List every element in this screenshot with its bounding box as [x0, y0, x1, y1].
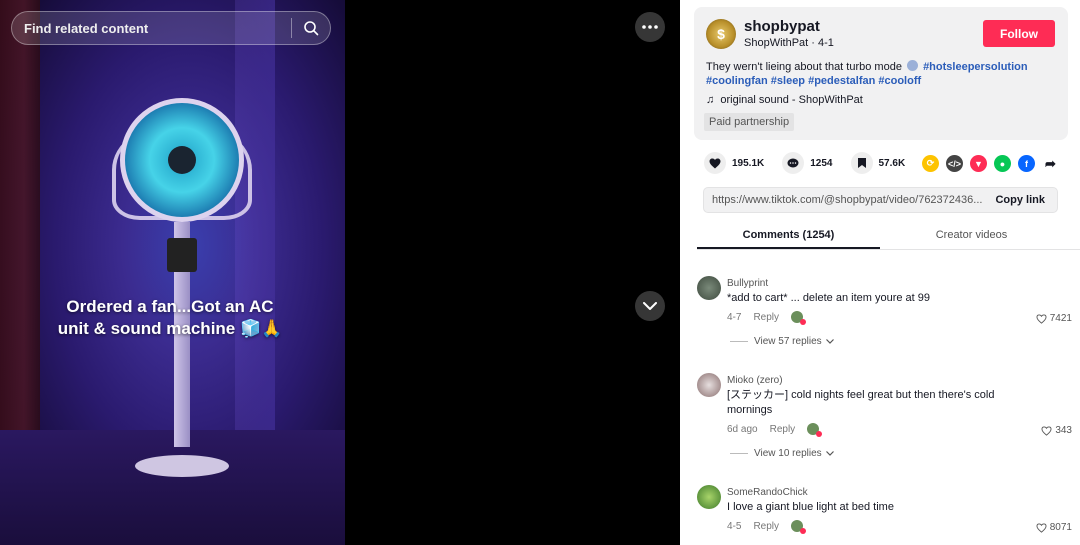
- like-count: 195.1K: [732, 157, 765, 169]
- details-panel: $ shopbypat ShopWithPat · 4-1 Follow The…: [680, 0, 1080, 545]
- paid-partnership-tag: Paid partnership: [704, 113, 795, 131]
- creator-liked-icon: [791, 311, 807, 325]
- music-note-icon: ♫: [706, 94, 715, 106]
- comment-count: 1254: [810, 157, 833, 169]
- video-door: [235, 0, 275, 470]
- ellipsis-icon: [642, 25, 658, 29]
- reply-button[interactable]: Reply: [770, 424, 796, 435]
- creator-subtitle: ShopWithPat · 4-1: [744, 37, 834, 49]
- comment-date: 4-5: [727, 520, 742, 532]
- view-replies-label: View 10 replies: [754, 448, 822, 459]
- bookmark-icon: [850, 152, 873, 174]
- comment-text: I love a giant blue light at bed time: [727, 501, 894, 513]
- share-options: ⟳ </> ▼ ● f ➦: [922, 155, 1066, 172]
- comment-meta: 6d ago Reply: [727, 423, 823, 437]
- like-stat[interactable]: 195.1K: [704, 152, 764, 174]
- engagement-stats: 195.1K 1254 57.6K: [704, 152, 923, 174]
- chevron-down-icon: [825, 339, 834, 344]
- related-search: [11, 11, 331, 45]
- video-caption: Ordered a fan...Got an AC unit & sound m…: [50, 296, 290, 340]
- sound-link[interactable]: ♫ original sound - ShopWithPat: [706, 94, 863, 106]
- more-options-button[interactable]: [635, 12, 665, 42]
- comment-item: SomeRandoChick I love a giant blue light…: [697, 485, 1072, 543]
- tab-comments[interactable]: Comments (1254): [697, 222, 880, 249]
- emoji-icon: [907, 60, 918, 71]
- creator-avatar[interactable]: $: [706, 19, 736, 49]
- comment-username[interactable]: Mioko (zero): [727, 375, 783, 386]
- comment-date: 4-7: [727, 311, 742, 323]
- caption-line-2: unit & sound machine 🧊🙏: [57, 319, 283, 338]
- comment-icon: [782, 152, 805, 174]
- comment-item: Mioko (zero) [ステッカー] cold nights feel gr…: [697, 373, 1072, 465]
- chevron-down-icon: [643, 301, 657, 310]
- related-search-input[interactable]: [12, 20, 291, 36]
- video-player[interactable]: Ordered a fan...Got an AC unit & sound m…: [0, 0, 680, 545]
- facebook-icon[interactable]: f: [1018, 155, 1035, 172]
- comment-item: Bullyprint *add to cart* ... delete an i…: [697, 276, 1072, 356]
- comment-date: 6d ago: [727, 423, 758, 435]
- creator-card: $ shopbypat ShopWithPat · 4-1 Follow The…: [694, 7, 1068, 140]
- comment-text: [ステッカー] cold nights feel great but then …: [727, 389, 995, 416]
- comment-text: *add to cart* ... delete an item youre a…: [727, 292, 931, 304]
- video-frame: Ordered a fan...Got an AC unit & sound m…: [0, 0, 345, 545]
- comment-like-button[interactable]: 8071: [1036, 522, 1072, 533]
- comment-avatar[interactable]: [697, 276, 721, 300]
- search-button[interactable]: [292, 11, 330, 45]
- line-icon[interactable]: ●: [994, 155, 1011, 172]
- comment-like-count: 8071: [1049, 522, 1072, 533]
- divider-line: [730, 341, 748, 342]
- comment-stat[interactable]: 1254: [782, 152, 833, 174]
- share-link-box: https://www.tiktok.com/@shopbypat/video/…: [703, 187, 1058, 213]
- comment-meta: 4-5 Reply: [727, 520, 807, 534]
- sound-label: original sound - ShopWithPat: [720, 94, 863, 106]
- heart-outline-icon: [1036, 313, 1047, 324]
- divider-line: [730, 453, 748, 454]
- fan-hub: [168, 146, 196, 174]
- description-text: They wern't lieing about that turbo mode: [706, 61, 902, 73]
- panel-tabs: Comments (1254) Creator videos: [697, 222, 1080, 250]
- save-count: 57.6K: [878, 157, 906, 169]
- comment-avatar[interactable]: [697, 485, 721, 509]
- comment-avatar[interactable]: [697, 373, 721, 397]
- creator-liked-icon: [807, 423, 823, 437]
- fan-display: [167, 238, 197, 272]
- comment-username[interactable]: SomeRandoChick: [727, 487, 808, 498]
- embed-icon[interactable]: </>: [946, 155, 963, 172]
- follow-button[interactable]: Follow: [983, 20, 1055, 47]
- copy-link-button[interactable]: Copy link: [983, 194, 1057, 206]
- view-replies-button[interactable]: View 10 replies: [730, 448, 834, 459]
- search-icon: [304, 21, 319, 36]
- view-replies-button[interactable]: View 57 replies: [730, 336, 834, 347]
- video-description: They wern't lieing about that turbo mode…: [706, 60, 1051, 88]
- next-video-button[interactable]: [635, 291, 665, 321]
- comment-like-button[interactable]: 7421: [1036, 313, 1072, 324]
- heart-outline-icon: [1036, 522, 1047, 533]
- comment-like-count: 7421: [1049, 313, 1072, 324]
- fan-base: [135, 455, 229, 477]
- comment-like-count: 343: [1055, 425, 1072, 436]
- tab-creator-videos[interactable]: Creator videos: [880, 222, 1063, 249]
- reply-button[interactable]: Reply: [753, 312, 779, 323]
- creator-liked-icon: [791, 520, 807, 534]
- repost-icon[interactable]: ⟳: [922, 155, 939, 172]
- view-replies-label: View 57 replies: [754, 336, 822, 347]
- caption-line-1: Ordered a fan...Got an AC: [66, 297, 274, 316]
- share-link-text[interactable]: https://www.tiktok.com/@shopbypat/video/…: [704, 194, 983, 206]
- heart-outline-icon: [1041, 425, 1052, 436]
- reply-button[interactable]: Reply: [753, 521, 779, 532]
- heart-icon: [704, 152, 726, 174]
- video-floor: [0, 430, 345, 545]
- comment-like-button[interactable]: 343: [1041, 425, 1072, 436]
- comment-meta: 4-7 Reply: [727, 311, 807, 325]
- send-icon[interactable]: ▼: [970, 155, 987, 172]
- save-stat[interactable]: 57.6K: [850, 152, 906, 174]
- chevron-down-icon: [825, 451, 834, 456]
- comment-username[interactable]: Bullyprint: [727, 278, 768, 289]
- share-arrow-icon[interactable]: ➦: [1042, 155, 1059, 172]
- creator-username[interactable]: shopbypat: [744, 18, 820, 35]
